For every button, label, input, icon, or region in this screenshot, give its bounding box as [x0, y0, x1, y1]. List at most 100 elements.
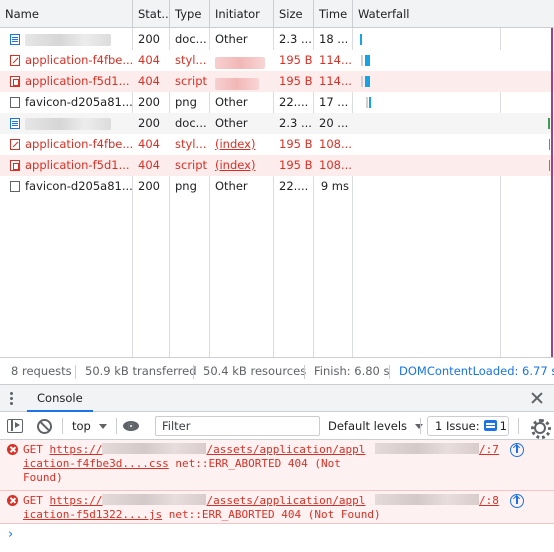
column-header-initiator[interactable]: Initiator [210, 0, 274, 28]
request-name: application-f4fbe... [25, 137, 133, 151]
request-size: 195 B [279, 53, 313, 67]
more-tools-icon[interactable] [10, 392, 13, 405]
error-text: GET https:///assets/application/appl ica… [23, 494, 381, 522]
request-size: 195 B [279, 158, 313, 172]
request-size: 22.... [279, 95, 309, 109]
initiator-link[interactable]: (index) [210, 155, 274, 176]
issues-button[interactable]: 1 Issue: 1 [427, 416, 509, 436]
column-header-waterfall[interactable]: Waterfall [353, 0, 554, 28]
request-name: application-f5d1... [25, 158, 130, 172]
table-header: Name Stat.. Type Initiator Size Time Wat… [0, 0, 554, 28]
dom-content-loaded-time: DOMContentLoaded: 6.77 s [399, 364, 554, 378]
request-time: 9 ms [320, 179, 349, 193]
redacted-host [102, 494, 207, 505]
request-time: 18 ... [319, 32, 349, 46]
console-error-message: GET https:///assets/application/appl ica… [0, 440, 554, 491]
column-header-time[interactable]: Time [314, 0, 353, 28]
table-row[interactable]: application-f5d1... 404 script 195 B 114… [0, 71, 554, 92]
redacted-initiator [215, 56, 265, 69]
finish-time: Finish: 6.80 s [314, 364, 390, 378]
waterfall-queue-bar [366, 97, 368, 108]
issue-message-icon [483, 420, 497, 431]
divider [193, 365, 194, 379]
request-initiator [210, 50, 274, 71]
waterfall-queue-bar [361, 76, 363, 87]
request-size: 2.3 ... [279, 116, 312, 130]
table-row[interactable]: application-f5d1... 404 script (index) 1… [0, 155, 554, 176]
error-icon [7, 444, 18, 455]
network-request-reveal-icon[interactable] [510, 494, 524, 508]
tab-console[interactable]: Console [27, 385, 93, 412]
error-status-text: net::ERR_ABORTED 404 (Not [175, 457, 341, 470]
redacted-hostname [25, 33, 111, 46]
clear-console-icon[interactable] [37, 419, 52, 434]
network-summary-bar: 8 requests 50.9 kB transferred 50.4 kB r… [0, 358, 554, 385]
request-name [7, 113, 133, 134]
issues-count: 1 [499, 419, 507, 433]
request-initiator: Other [215, 116, 248, 130]
close-drawer-icon[interactable] [529, 390, 545, 406]
request-status: 404 [138, 53, 160, 67]
divider [420, 418, 421, 434]
request-initiator [210, 71, 274, 92]
table-row[interactable]: 200 doc... Other 2.3 ... 20 ... [0, 113, 554, 134]
waterfall-bar [549, 139, 550, 150]
context-selector[interactable]: top [72, 417, 107, 435]
waterfall-bar [369, 97, 371, 108]
request-time: 114... [319, 53, 352, 67]
divider [75, 365, 76, 379]
log-levels-dropdown[interactable]: Default levels [328, 417, 424, 435]
request-time: 20 ... [319, 116, 349, 130]
request-name [7, 29, 133, 50]
request-url-link[interactable]: https:///assets/application/appl [50, 494, 365, 507]
issues-label: 1 Issue: [435, 419, 480, 433]
gear-icon[interactable] [530, 418, 551, 439]
filter-input[interactable] [155, 416, 320, 436]
drawer-tab-bar: Console [0, 385, 554, 412]
waterfall-bar [548, 118, 550, 129]
network-request-table: Name Stat.. Type Initiator Size Time Wat… [0, 0, 554, 358]
request-status: 200 [138, 179, 160, 193]
redacted-source [375, 494, 479, 505]
error-status-text-continued: Found) [23, 471, 63, 484]
column-header-type[interactable]: Type [170, 0, 210, 28]
source-location-link[interactable]: /:8 [375, 494, 499, 508]
request-status: 404 [138, 158, 160, 172]
table-row[interactable]: 200 doc... Other 2.3 ... 18 ... [0, 29, 554, 50]
table-row[interactable]: application-f4fbe... 404 styl... (index)… [0, 134, 554, 155]
request-url-link-continued[interactable]: ication-f4fbe3d....css [23, 457, 169, 470]
error-text: GET https:///assets/application/appl ica… [23, 443, 368, 485]
network-request-reveal-icon[interactable] [510, 443, 524, 457]
http-method: GET [23, 443, 43, 456]
request-name: favicon-d205a81... [25, 95, 133, 109]
error-status-text: net::ERR_ABORTED 404 (Not Found) [168, 508, 381, 521]
column-header-status[interactable]: Stat.. [133, 0, 170, 28]
request-size: 2.3 ... [279, 32, 312, 46]
request-time: 108... [319, 158, 352, 172]
live-expression-eye-icon[interactable] [123, 421, 139, 431]
table-row[interactable]: application-f4fbe... 404 styl... 195 B 1… [0, 50, 554, 71]
divider [389, 365, 390, 379]
request-status: 404 [138, 74, 160, 88]
divider [518, 418, 519, 434]
initiator-link[interactable]: (index) [210, 134, 274, 155]
table-row[interactable]: favicon-d205a81... 200 png Other 22.... … [0, 92, 554, 113]
context-label: top [72, 419, 91, 433]
source-location-link[interactable]: /:7 [375, 443, 499, 457]
console-prompt-chevron-icon[interactable]: › [8, 527, 13, 542]
request-size: 22.... [279, 179, 309, 193]
request-type: doc... [175, 32, 207, 46]
request-size: 195 B [279, 137, 313, 151]
request-type: script [175, 158, 208, 172]
waterfall-queue-bar [361, 55, 363, 66]
redacted-hostname [25, 117, 111, 130]
column-header-name[interactable]: Name [0, 0, 133, 28]
column-header-size[interactable]: Size [274, 0, 314, 28]
table-row[interactable]: favicon-d205a81... 200 png Other 22.... … [0, 176, 554, 197]
show-sidebar-icon[interactable] [7, 419, 23, 433]
request-time: 17 ... [319, 95, 349, 109]
transferred-size: 50.9 kB transferred [85, 364, 197, 378]
divider [116, 418, 117, 434]
request-url-link[interactable]: https:///assets/application/appl [50, 443, 365, 456]
request-url-link-continued[interactable]: ication-f5d1322....js [23, 508, 162, 521]
